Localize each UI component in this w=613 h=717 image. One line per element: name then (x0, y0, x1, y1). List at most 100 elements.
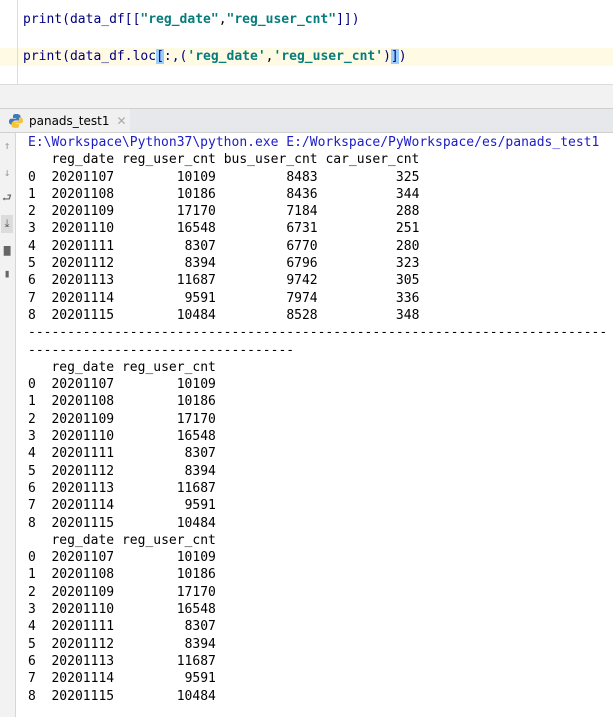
table-cell: 9591 (184, 498, 216, 514)
table-cell: 11687 (176, 480, 216, 496)
table-cell: 20201113 (51, 273, 115, 289)
row-index: 8 (28, 307, 36, 323)
table-row: 3 20201110 16548 6731 251 (28, 221, 419, 236)
table-cell: 8528 (286, 307, 318, 323)
row-index: 8 (28, 688, 36, 704)
table-cell: 20201109 (51, 584, 115, 600)
table-cell: 9742 (286, 273, 318, 289)
table-cell: 17170 (176, 411, 216, 427)
scroll-to-end-icon[interactable]: ⤓ (1, 215, 13, 233)
table-row: 4 20201111 8307 6770 280 (28, 239, 419, 254)
table-cell: 6796 (286, 256, 318, 272)
row-index: 7 (28, 290, 36, 306)
table-row: 3 20201110 16548 (28, 602, 216, 617)
table-cell: 20201111 (51, 619, 115, 635)
console-toolbar: ↑ ↓ ⮐ ⤓ ▆ ▮ (0, 133, 16, 717)
table-cell: 20201112 (51, 636, 115, 652)
row-index: 6 (28, 273, 36, 289)
code-text: :,( (163, 49, 188, 64)
table-cell: 8394 (184, 636, 216, 652)
table-cell: 11687 (176, 653, 216, 669)
run-console[interactable]: ↑ ↓ ⮐ ⤓ ▆ ▮ E:\Workspace\Python37\python… (0, 133, 613, 717)
table-cell: 8394 (184, 256, 216, 272)
table-row: 1 20201108 10186 (28, 567, 216, 582)
code-text: ]]) (336, 12, 360, 27)
table-cell: 20201115 (51, 688, 115, 704)
table-cell: 8436 (286, 186, 318, 202)
table-cell: 20201111 (51, 446, 115, 462)
row-index: 5 (28, 463, 36, 479)
row-index: 7 (28, 498, 36, 514)
table-cell: 20201108 (51, 394, 115, 410)
row-index: 8 (28, 515, 36, 531)
code-line-1[interactable]: print(data_df[["reg_date","reg_user_cnt"… (0, 11, 613, 29)
code-text: print(data_df[[ (23, 12, 141, 27)
arrow-up-icon[interactable]: ↑ (1, 139, 13, 153)
table-cell: 8307 (184, 238, 216, 254)
table-row: 7 20201114 9591 (28, 498, 216, 513)
trash-icon[interactable]: ▮ (1, 267, 13, 281)
table-cell: 251 (395, 221, 420, 237)
table-cell: 20201109 (51, 204, 115, 220)
table-cell: 20201115 (51, 515, 115, 531)
table-cell: 9591 (184, 290, 216, 306)
panel-divider[interactable] (0, 84, 613, 108)
row-index: 3 (28, 602, 36, 618)
table-row: 3 20201110 16548 (28, 429, 216, 444)
table-cell: 10109 (176, 169, 216, 185)
run-tab[interactable]: panads_test1 ✕ (0, 109, 130, 132)
table-row: 7 20201114 9591 7974 336 (28, 291, 419, 306)
close-icon[interactable]: ✕ (116, 114, 126, 128)
console-output: E:\Workspace\Python37\python.exe E:/Work… (28, 134, 613, 705)
table-cell: 20201110 (51, 602, 115, 618)
table-cell: 17170 (176, 204, 216, 220)
table-row: 2 20201109 17170 7184 288 (28, 204, 419, 219)
arrow-down-icon[interactable]: ↓ (1, 166, 13, 180)
table-cell: 6731 (286, 221, 318, 237)
table-cell: 10109 (176, 377, 216, 393)
table-cell: 8394 (184, 463, 216, 479)
row-index: 1 (28, 394, 36, 410)
table-cell: 20201114 (51, 290, 115, 306)
table-cell: 20201114 (51, 671, 115, 687)
code-editor[interactable]: print(data_df[["reg_date","reg_user_cnt"… (0, 0, 613, 84)
table-cell: 20201107 (51, 377, 115, 393)
table-cell: 10484 (176, 688, 216, 704)
table-row: 4 20201111 8307 (28, 619, 216, 634)
table-cell: 7184 (286, 204, 318, 220)
soft-wrap-icon[interactable]: ⮐ (1, 191, 13, 205)
table-cell: 11687 (176, 273, 216, 289)
table-row: 5 20201112 8394 (28, 637, 216, 652)
table-cell: 20201110 (51, 429, 115, 445)
table-row: 6 20201113 11687 (28, 654, 216, 669)
table-cell: 20201109 (51, 411, 115, 427)
table-cell: 344 (395, 186, 420, 202)
table-row: 8 20201115 10484 (28, 689, 216, 704)
column-header: reg_user_cnt (121, 359, 216, 375)
row-index: 1 (28, 186, 36, 202)
table-cell: 280 (395, 238, 420, 254)
table-header: reg_date reg_user_cnt (28, 359, 216, 375)
table-row: 0 20201107 10109 (28, 550, 216, 565)
code-string: 'reg_user_cnt' (273, 49, 384, 64)
table-row: 5 20201112 8394 6796 323 (28, 256, 419, 271)
row-index: 1 (28, 567, 36, 583)
table-cell: 20201112 (51, 256, 115, 272)
table-cell: 16548 (176, 221, 216, 237)
table-row: 1 20201108 10186 8436 344 (28, 187, 419, 202)
code-string: "reg_user_cnt" (226, 12, 337, 27)
code-line-2-current[interactable]: print(data_df.loc[:,('reg_date','reg_use… (0, 48, 613, 66)
table-cell: 9591 (184, 671, 216, 687)
table-cell: 10109 (176, 550, 216, 566)
table-row: 5 20201112 8394 (28, 464, 216, 479)
table-cell: 20201113 (51, 480, 115, 496)
code-text: ) (398, 49, 407, 64)
row-index: 6 (28, 653, 36, 669)
run-tab-label: panads_test1 (29, 113, 110, 128)
table-row: 0 20201107 10109 8483 325 (28, 170, 419, 185)
row-index: 2 (28, 204, 36, 220)
code-text: print(data_df.loc (23, 49, 157, 64)
row-index: 4 (28, 238, 36, 254)
row-index: 5 (28, 256, 36, 272)
print-icon[interactable]: ▆ (1, 243, 13, 257)
